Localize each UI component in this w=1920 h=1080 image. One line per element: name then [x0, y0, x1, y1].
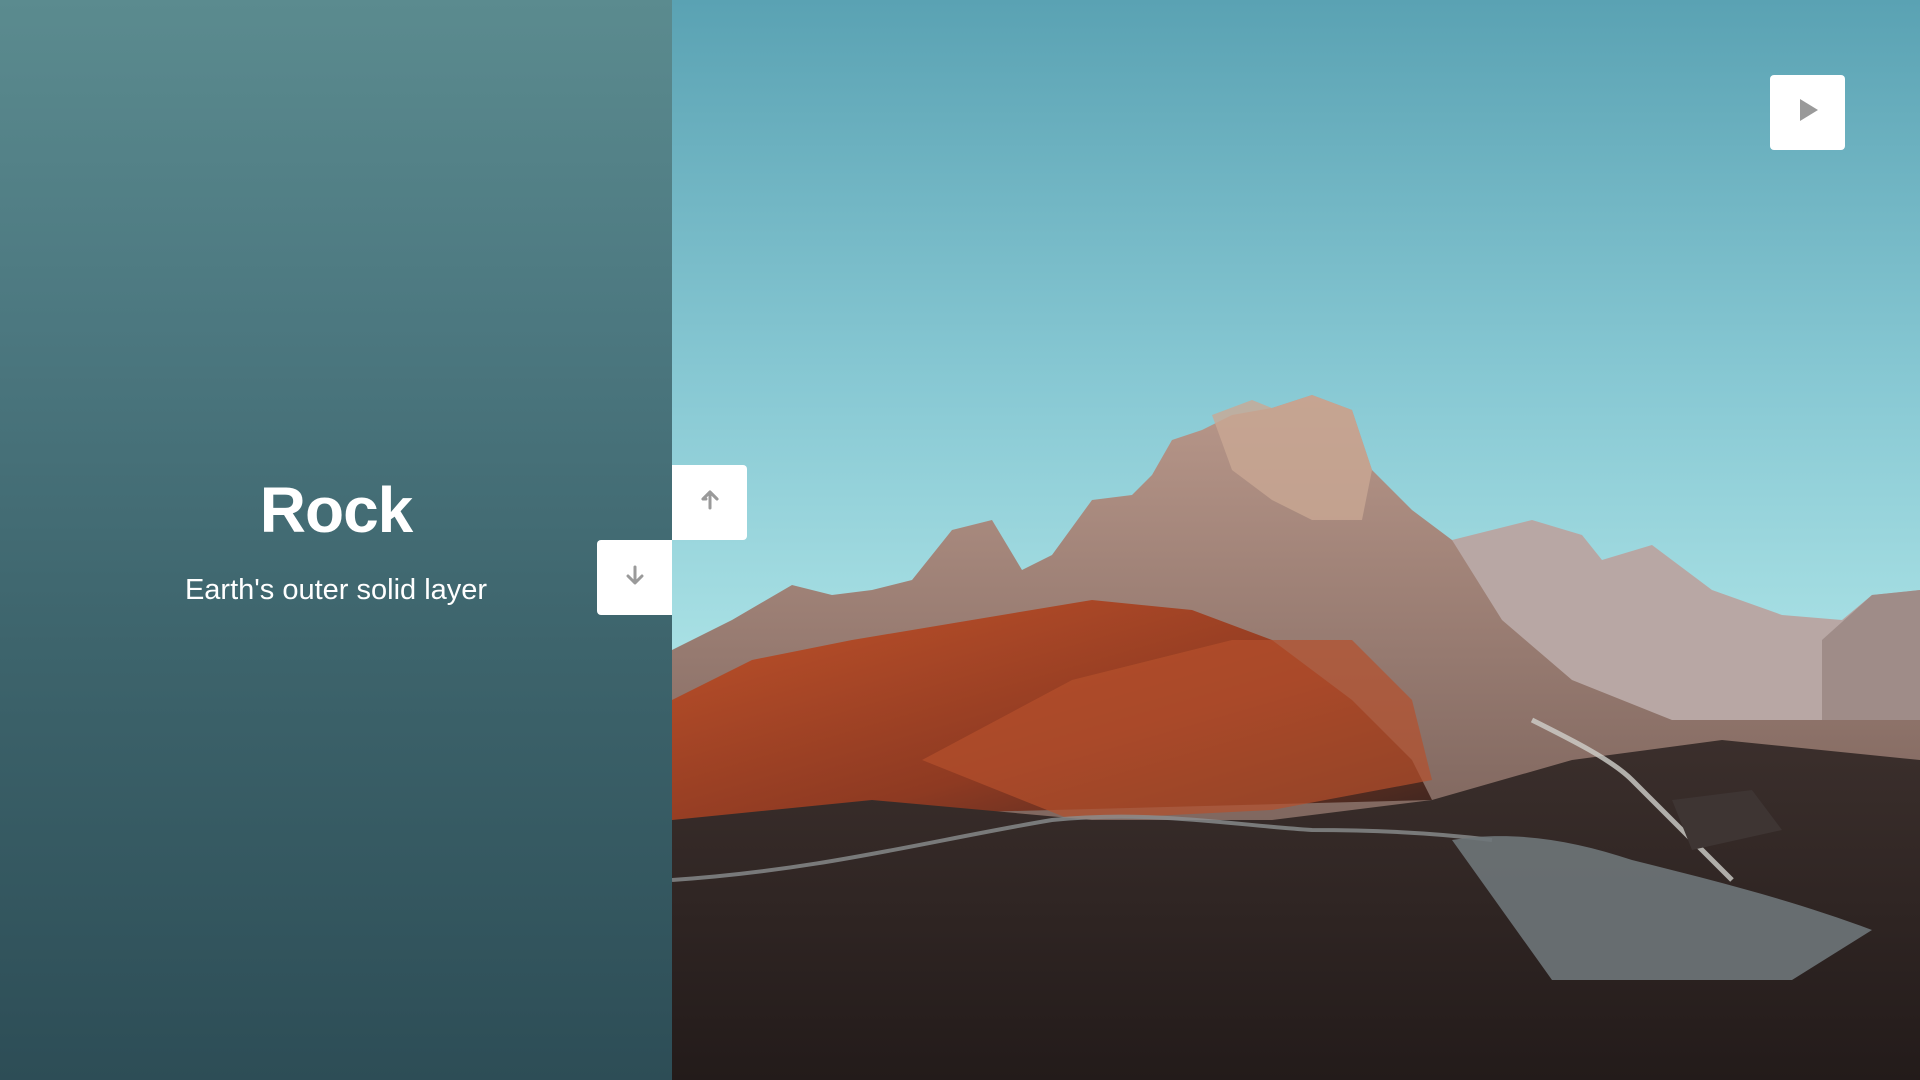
- previous-slide-button[interactable]: [672, 465, 747, 540]
- arrow-up-icon: [698, 488, 722, 517]
- play-icon: [1795, 97, 1821, 128]
- next-slide-button[interactable]: [597, 540, 672, 615]
- slide-title: Rock: [259, 474, 414, 546]
- slide-subtitle: Earth's outer solid layer: [184, 574, 488, 606]
- mountain-photo: [672, 0, 1920, 1080]
- slide-caption: Rock Earth's outer solid layer: [0, 470, 672, 608]
- arrow-down-icon: [623, 563, 647, 592]
- left-text-panel: Rock Earth's outer solid layer: [0, 0, 672, 1080]
- play-button[interactable]: [1770, 75, 1845, 150]
